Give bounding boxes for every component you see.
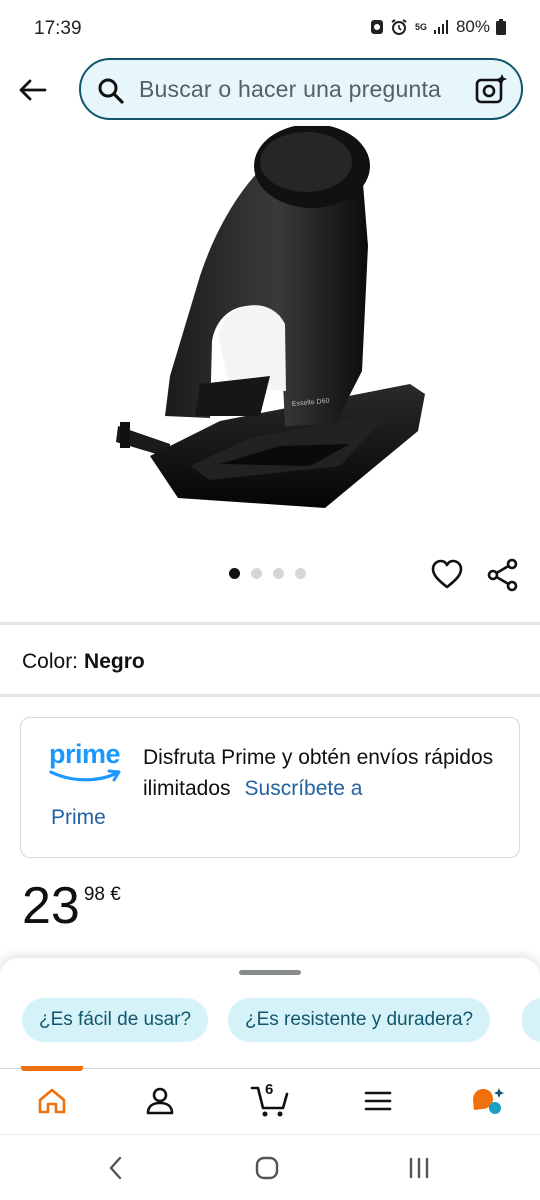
carousel-dot-1[interactable]	[229, 568, 240, 579]
carousel-indicator	[229, 568, 306, 579]
system-home-icon	[255, 1156, 279, 1180]
nav-cart[interactable]: 6	[248, 1081, 292, 1119]
prime-promo-text: Disfruta Prime y obtén envíos rápidos il…	[143, 742, 503, 804]
search-input[interactable]: Buscar o hacer una pregunta	[139, 76, 469, 103]
back-button[interactable]	[14, 72, 50, 108]
status-bar: 17:39 5G 80%	[0, 0, 540, 58]
nav-rufus[interactable]	[468, 1083, 508, 1119]
back-arrow-icon	[19, 79, 47, 101]
carousel-dot-2[interactable]	[251, 568, 262, 579]
price-whole: 23	[22, 877, 80, 935]
suggestion-chip-easy-to-use[interactable]: ¿Es fácil de usar?	[22, 998, 209, 1042]
prime-subscribe-link-continued[interactable]: Prime	[51, 806, 106, 830]
nav-active-indicator	[21, 1066, 83, 1071]
prime-logo-text: prime	[49, 739, 121, 769]
carousel-dot-4[interactable]	[295, 568, 306, 579]
prime-subscribe-link[interactable]: Suscríbete a	[245, 777, 363, 800]
divider	[0, 694, 540, 697]
color-selection: Color: Negro	[22, 650, 145, 674]
system-nav-bar	[0, 1134, 540, 1200]
divider	[0, 622, 540, 625]
alarm-icon	[391, 19, 407, 35]
price: 23 98 €	[22, 876, 121, 936]
assistant-bottom-sheet: ¿Es fácil de usar? ¿Es resistente y dura…	[0, 958, 540, 1068]
5g-icon: 5G	[414, 21, 427, 32]
system-recents-button[interactable]	[404, 1153, 434, 1183]
nav-home[interactable]	[32, 1083, 72, 1119]
prime-smile-icon	[49, 769, 121, 782]
signal-icon	[433, 20, 448, 34]
prime-promo-card[interactable]: prime Disfruta Prime y obtén envíos rápi…	[20, 717, 520, 858]
suggestion-chip-partial[interactable]	[522, 998, 540, 1042]
battery-percent: 80%	[455, 17, 490, 36]
bottom-nav: 6	[0, 1066, 540, 1134]
share-icon[interactable]	[486, 558, 520, 592]
nav-account[interactable]	[140, 1083, 180, 1119]
app-notification-icon	[370, 20, 383, 34]
home-icon	[38, 1088, 66, 1114]
system-back-button[interactable]	[101, 1153, 131, 1183]
system-home-button[interactable]	[252, 1153, 282, 1183]
camera-search-icon[interactable]	[473, 72, 509, 108]
suggestion-chip-durable[interactable]: ¿Es resistente y duradera?	[228, 998, 491, 1042]
product-image-hole-punch[interactable]: Esselte D60	[100, 126, 440, 526]
search-bar[interactable]: Buscar o hacer una pregunta	[79, 58, 523, 120]
color-value: Negro	[84, 650, 145, 673]
menu-icon	[364, 1091, 392, 1111]
prime-logo: prime	[49, 740, 123, 790]
heart-icon[interactable]	[430, 558, 464, 592]
system-back-icon	[109, 1156, 122, 1180]
header: Buscar o hacer una pregunta	[0, 58, 540, 122]
cart-count: 6	[265, 1081, 274, 1098]
battery-icon	[496, 19, 506, 35]
sheet-drag-handle[interactable]	[239, 970, 301, 975]
status-time: 17:39	[34, 18, 82, 39]
search-icon	[98, 78, 124, 104]
color-label: Color:	[22, 650, 79, 673]
system-recents-icon	[409, 1157, 429, 1179]
rufus-assistant-icon	[473, 1088, 504, 1114]
nav-menu[interactable]	[358, 1083, 398, 1119]
price-fraction: 98 €	[83, 884, 121, 905]
carousel-dot-3[interactable]	[273, 568, 284, 579]
status-icons: 5G 80%	[370, 17, 506, 37]
account-icon	[146, 1087, 174, 1115]
